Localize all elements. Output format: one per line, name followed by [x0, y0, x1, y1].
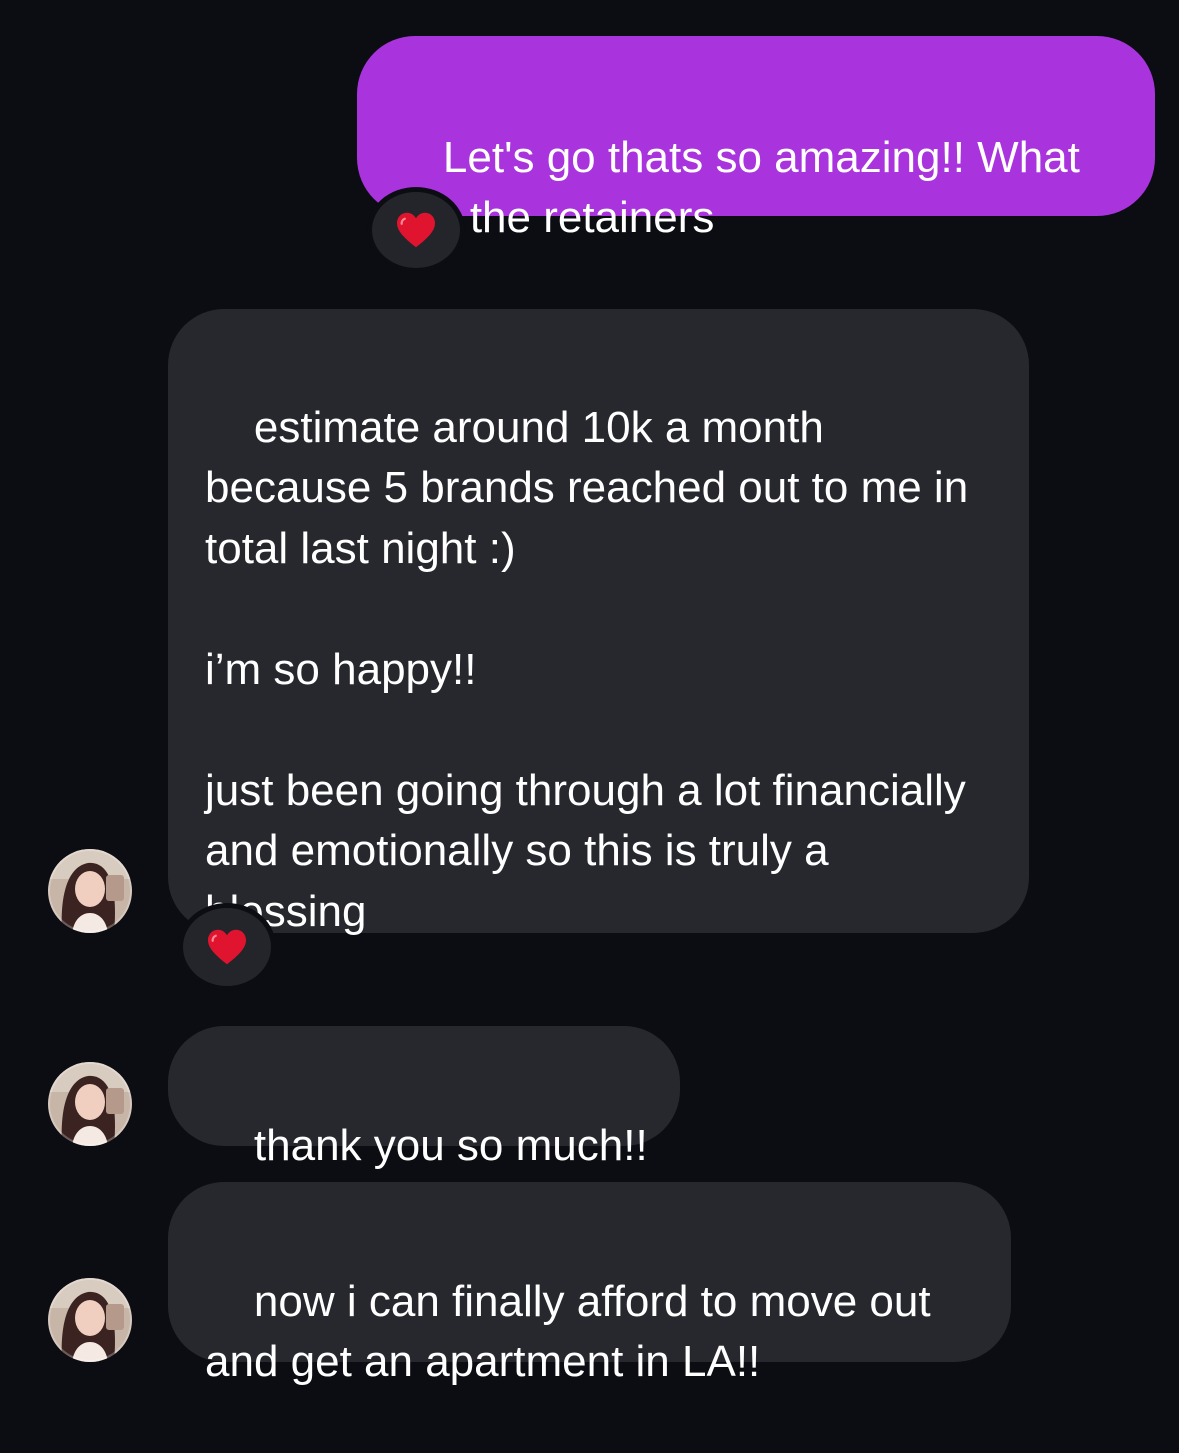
message-bubble-sent[interactable]: Let's go thats so amazing!! What are the…: [357, 36, 1155, 242]
message-reaction[interactable]: [178, 903, 276, 991]
message-text: now i can finally afford to move out and…: [205, 1276, 943, 1387]
message-reaction[interactable]: [367, 187, 465, 273]
message-bubble-received[interactable]: estimate around 10k a month because 5 br…: [168, 309, 1029, 936]
message-text: estimate around 10k a month because 5 br…: [205, 402, 969, 936]
message-text: Let's go thats so amazing!! What are the…: [394, 132, 1093, 243]
heart-icon: [397, 212, 435, 248]
message-bubble-received[interactable]: thank you so much!!: [168, 1026, 680, 1170]
message-bubble-received[interactable]: now i can finally afford to move out and…: [168, 1182, 1011, 1386]
avatar[interactable]: [48, 1062, 132, 1146]
avatar[interactable]: [48, 849, 132, 933]
avatar[interactable]: [48, 1278, 132, 1362]
message-text: thank you so much!!: [253, 1120, 648, 1170]
heart-icon: [208, 929, 246, 965]
